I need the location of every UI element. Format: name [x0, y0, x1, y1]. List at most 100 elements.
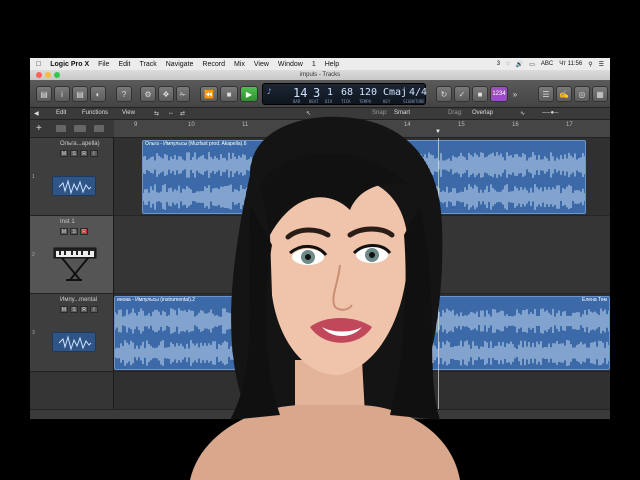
- info-icon[interactable]: i: [54, 86, 70, 102]
- lcd-display[interactable]: ♪ 14 3 1 68 120 Cmaj 4/4 BAR BEAT DIV TI…: [262, 83, 428, 105]
- lcd-beat-label: BEAT: [309, 99, 319, 104]
- battery-icon[interactable]: ▭: [529, 61, 535, 68]
- record-enable-button[interactable]: R: [80, 228, 88, 235]
- mute-button[interactable]: M: [60, 228, 68, 235]
- solo-button[interactable]: S: [70, 228, 78, 235]
- browser-icon[interactable]: ▦: [592, 86, 608, 102]
- scissors-icon[interactable]: ✁: [176, 86, 190, 102]
- chevron-right-icon[interactable]: »: [510, 86, 520, 102]
- solo-button[interactable]: S: [70, 306, 78, 313]
- notepad-icon[interactable]: ✍: [556, 86, 572, 102]
- folder-icon[interactable]: [56, 125, 66, 132]
- lcd-tick: 68: [341, 87, 354, 98]
- loops-icon[interactable]: ◎: [574, 86, 590, 102]
- window-title: impuls - Tracks: [299, 72, 341, 78]
- search-icon[interactable]: ⚲: [588, 61, 592, 68]
- close-window-icon[interactable]: [36, 72, 42, 78]
- input-source[interactable]: ABC: [541, 61, 553, 67]
- back-icon[interactable]: ◀: [34, 110, 39, 117]
- tuner-icon[interactable]: ✓: [454, 86, 470, 102]
- menu-file[interactable]: File: [98, 61, 109, 68]
- record-enable-button[interactable]: R: [80, 306, 88, 313]
- stop-icon[interactable]: ■: [220, 86, 238, 102]
- track-header-1[interactable]: 1 Ольга...apella) M S R I: [30, 138, 114, 216]
- title-bar: impuls - Tracks: [30, 70, 610, 80]
- region-title: инова - Импульсы (instrumental).2: [117, 297, 196, 303]
- editor-icon[interactable]: ❖: [158, 86, 174, 102]
- menu-app-name[interactable]: Logic Pro X: [50, 61, 89, 68]
- region-title-next: Елена Тем: [582, 297, 607, 303]
- menu-window[interactable]: Window: [278, 61, 303, 68]
- track-number: 2: [32, 252, 35, 258]
- catch-icon[interactable]: ⇆: [154, 110, 159, 117]
- lcd-div: 1: [327, 87, 334, 98]
- note-icon: ♪: [267, 87, 272, 96]
- piano-keyboard-icon: [52, 242, 98, 282]
- waveform-icon: [52, 176, 96, 196]
- menu-record[interactable]: Record: [202, 61, 225, 68]
- mixer-icon[interactable]: ⚙: [140, 86, 156, 102]
- menu-view[interactable]: View: [254, 61, 269, 68]
- lcd-signature: 4/4: [409, 87, 428, 98]
- menu-track[interactable]: Track: [140, 61, 157, 68]
- lcd-div-label: DIV: [325, 99, 333, 104]
- lcd-tempo-label: TEMPO: [359, 99, 372, 104]
- lcd-bar: 14: [293, 86, 308, 100]
- woman-portrait-overlay: [190, 116, 460, 480]
- waveform-zoom-icon[interactable]: ∿: [520, 110, 525, 117]
- toolbar-icon[interactable]: ▤: [72, 86, 88, 102]
- track-header-3[interactable]: 3 Импу...mental M S R I: [30, 294, 114, 372]
- cpu-badge[interactable]: 1234: [490, 86, 508, 102]
- clock[interactable]: Чт 11:56: [559, 61, 582, 67]
- cycle-icon[interactable]: ↻: [436, 86, 452, 102]
- menu-help[interactable]: Help: [325, 61, 339, 68]
- ruler-tick: 16: [512, 122, 519, 128]
- ruler-tick: 17: [566, 122, 573, 128]
- play-icon[interactable]: ▶: [240, 86, 258, 102]
- lcd-tick-label: TICK: [341, 99, 351, 104]
- menu-mix[interactable]: Mix: [234, 61, 245, 68]
- mute-button[interactable]: M: [60, 306, 68, 313]
- track-number: 3: [32, 330, 35, 336]
- zoom-window-icon[interactable]: [54, 72, 60, 78]
- track-name[interactable]: Inst 1: [60, 219, 75, 225]
- lcd-signature-label: SIGNATURE: [403, 99, 425, 104]
- status-area: 3 ◌ 🔊 ▭ ABC Чт 11:56 ⚲ ☰: [497, 58, 604, 70]
- list-icon[interactable]: ☰: [599, 61, 604, 68]
- flex-icon[interactable]: ⇄: [180, 110, 185, 117]
- menu-1[interactable]: 1: [312, 61, 316, 68]
- track-options-icon[interactable]: [74, 125, 86, 132]
- help-icon[interactable]: ?: [116, 86, 132, 102]
- volume-icon[interactable]: 🔊: [516, 61, 523, 68]
- wifi-icon[interactable]: ◌: [506, 61, 510, 67]
- upload-icon[interactable]: [94, 125, 104, 132]
- menu-edit[interactable]: Edit: [118, 61, 130, 68]
- lcd-beat: 3: [313, 86, 321, 100]
- zoom-slider[interactable]: ──●─: [542, 110, 558, 116]
- status-3[interactable]: 3: [497, 61, 500, 67]
- edit-menu[interactable]: Edit: [56, 110, 66, 116]
- input-monitor-button[interactable]: I: [90, 150, 98, 157]
- track-name[interactable]: Ольга...apella): [60, 141, 100, 147]
- track-name[interactable]: Импу...mental: [60, 297, 97, 303]
- track-number: 1: [32, 174, 35, 180]
- functions-menu[interactable]: Functions: [82, 110, 108, 116]
- library-icon[interactable]: ▤: [36, 86, 52, 102]
- list-editors-icon[interactable]: ☰: [538, 86, 554, 102]
- zoom-fit-icon[interactable]: ↔: [168, 110, 174, 116]
- solo-button[interactable]: S: [70, 150, 78, 157]
- view-menu[interactable]: View: [122, 110, 135, 116]
- add-track-icon[interactable]: +: [36, 123, 42, 134]
- minimize-window-icon[interactable]: [45, 72, 51, 78]
- record-enable-button[interactable]: R: [80, 150, 88, 157]
- input-monitor-button[interactable]: I: [90, 306, 98, 313]
- apple-icon[interactable]: : [36, 61, 41, 68]
- smart-controls-icon[interactable]: ◐: [90, 86, 106, 102]
- solo-icon[interactable]: ■: [472, 86, 488, 102]
- mute-button[interactable]: M: [60, 150, 68, 157]
- track-header-2[interactable]: 2 Inst 1 M S R: [30, 216, 114, 294]
- rewind-icon[interactable]: ⏪: [200, 86, 218, 102]
- lcd-bar-label: BAR: [293, 99, 301, 104]
- menu-navigate[interactable]: Navigate: [166, 61, 194, 68]
- drag-select[interactable]: Overlap: [472, 110, 493, 116]
